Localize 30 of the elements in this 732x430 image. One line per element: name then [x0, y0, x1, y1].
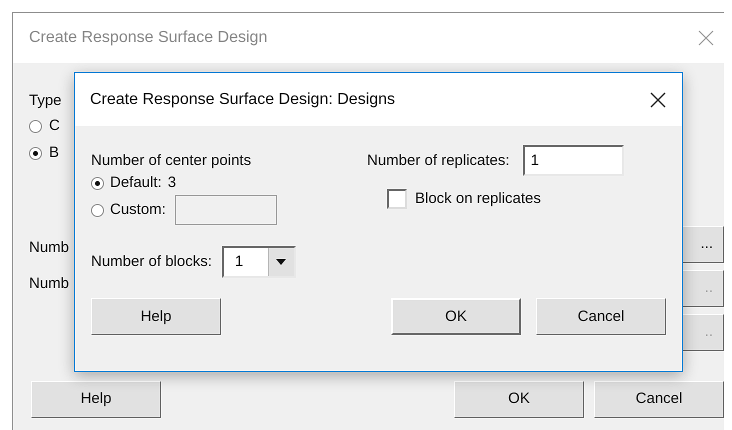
radio-label: Custom:	[110, 201, 166, 219]
ok-button[interactable]: OK	[454, 381, 584, 418]
radio-button[interactable]	[29, 120, 42, 132]
dialog-title: Create Response Surface Design: Designs	[90, 90, 396, 110]
caret-icon	[276, 259, 286, 265]
radio-button[interactable]	[91, 204, 104, 216]
help-button[interactable]: Help	[31, 381, 161, 418]
field-label: Numb	[29, 239, 70, 257]
field-label: Numb	[29, 275, 70, 293]
ok-button[interactable]: OK	[391, 298, 521, 335]
help-button[interactable]: Help	[91, 298, 221, 335]
close-icon[interactable]	[650, 92, 666, 108]
blocks-dropdown[interactable]: 1	[222, 246, 296, 278]
window-title: Create Response Surface Design	[29, 28, 268, 48]
custom-field[interactable]	[174, 195, 277, 225]
cancel-button[interactable]: Cancel	[536, 298, 666, 335]
radio-button[interactable]	[29, 146, 42, 160]
replicates-label: Number of replicates:	[367, 152, 510, 170]
default-value: 3	[168, 174, 176, 192]
radio-label: Default:	[110, 174, 162, 192]
radio-label: B	[49, 144, 60, 162]
radio-button[interactable]	[91, 176, 104, 190]
section-label: Number of center points	[91, 152, 252, 170]
checkbox-label: Block on replicates	[415, 190, 541, 208]
replicates-field[interactable]: 1	[522, 145, 624, 176]
checkbox[interactable]	[387, 189, 407, 209]
cancel-button[interactable]: Cancel	[594, 381, 724, 418]
radio-label: C	[49, 117, 60, 135]
blocks-label: Number of blocks:	[91, 253, 212, 271]
type-label: Type	[29, 92, 62, 110]
